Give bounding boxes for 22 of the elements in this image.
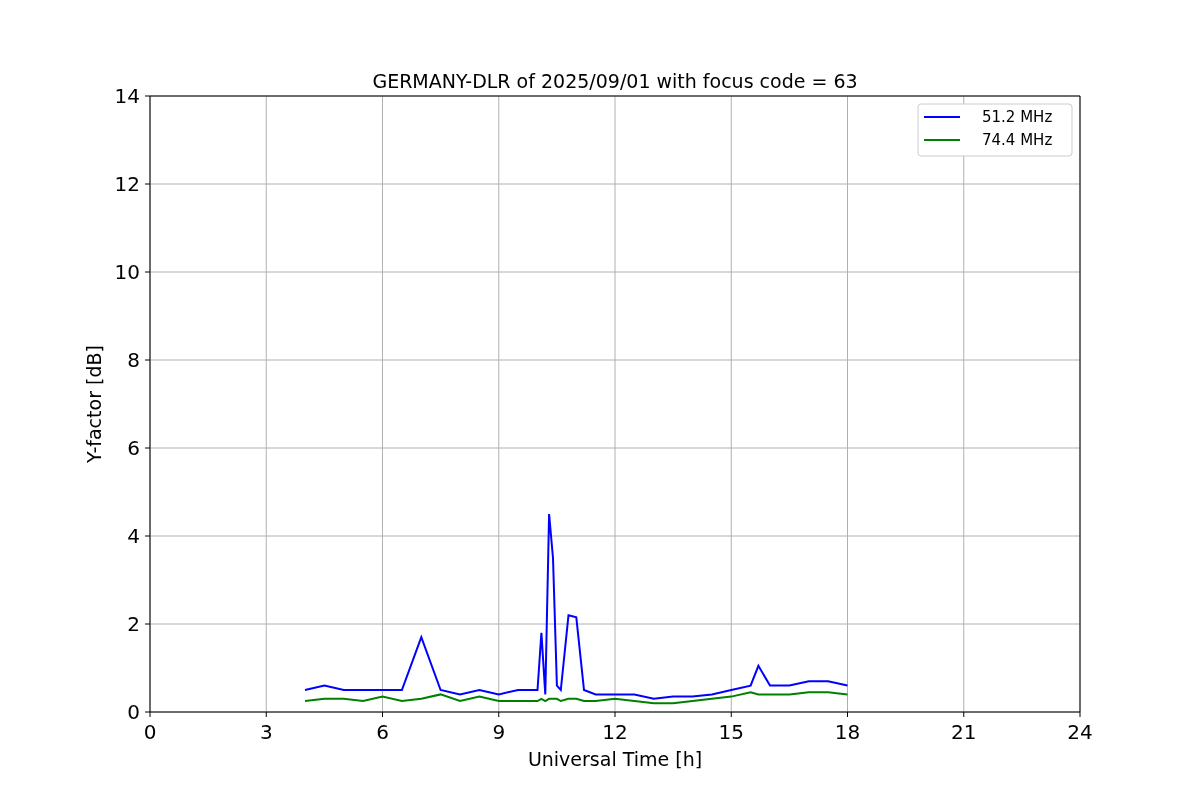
tick-label: 10	[114, 260, 140, 284]
tick-label: 4	[127, 524, 140, 548]
tick-label: 9	[492, 720, 506, 744]
tick-label: 6	[376, 720, 389, 744]
tick-label: 6	[127, 436, 140, 460]
tick-label: 2	[127, 612, 140, 636]
tick-label: 3	[259, 720, 273, 744]
legend-label: 74.4 MHz	[982, 131, 1053, 149]
tick-label: 0	[127, 700, 140, 724]
tick-label: 18	[834, 720, 861, 744]
tick-label: 24	[1067, 720, 1093, 744]
tick-label: 0	[143, 720, 157, 744]
tick-label: 15	[718, 720, 744, 744]
x-axis-label: Universal Time [h]	[527, 748, 703, 770]
tick-label: 21	[951, 720, 977, 744]
tick-label: 14	[114, 84, 140, 108]
legend-label: 51.2 MHz	[982, 108, 1053, 126]
tick-label: 12	[602, 720, 628, 744]
tick-label: 12	[114, 172, 140, 196]
y-axis-label: Y-factor [dB]	[83, 345, 105, 463]
tick-label: 8	[127, 348, 140, 372]
chart-title: GERMANY-DLR of 2025/09/01 with focus code = 63	[372, 70, 858, 92]
